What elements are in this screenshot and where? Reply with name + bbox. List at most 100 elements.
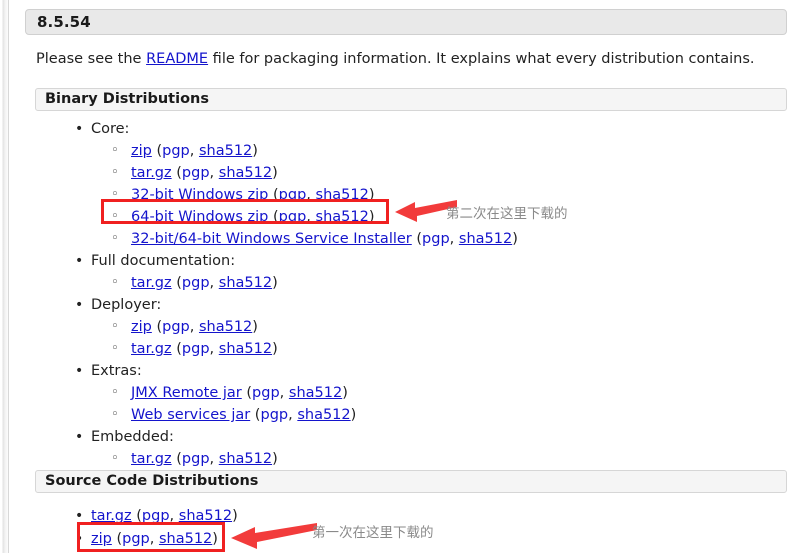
list-item: zip (pgp, sha512)	[69, 316, 769, 338]
pgp-link[interactable]: pgp	[182, 451, 210, 467]
distribution-group-title: Deployer:	[69, 294, 769, 316]
sha512-link[interactable]: sha512	[199, 319, 252, 335]
sha512-link[interactable]: sha512	[179, 508, 232, 524]
paren-open: (	[171, 451, 182, 467]
paren-open: (	[171, 341, 182, 357]
version-header-bar: 8.5.54	[25, 9, 787, 35]
download-link-tar-gz[interactable]: tar.gz	[91, 508, 132, 524]
paren-separator: ,	[209, 165, 219, 181]
download-link-tar-gz[interactable]: tar.gz	[131, 451, 172, 467]
list-item: JMX Remote jar (pgp, sha512)	[69, 382, 769, 404]
sha512-link[interactable]: sha512	[316, 187, 369, 203]
sha512-link[interactable]: sha512	[297, 407, 350, 423]
distribution-group-deployer: Deployer:zip (pgp, sha512)tar.gz (pgp, s…	[69, 294, 769, 360]
section-header-source-label: Source Code Distributions	[45, 473, 259, 489]
distribution-item-list: JMX Remote jar (pgp, sha512)Web services…	[69, 382, 769, 426]
download-link-32-bit-64-bit-windows-service-installer[interactable]: 32-bit/64-bit Windows Service Installer	[131, 231, 412, 247]
list-item: 32-bit/64-bit Windows Service Installer …	[69, 228, 769, 250]
source-distributions-list: tar.gz (pgp, sha512)zip (pgp, sha512)	[69, 505, 769, 551]
page-content: 8.5.54 Please see the README file for pa…	[9, 0, 797, 553]
pgp-link[interactable]: pgp	[279, 209, 307, 225]
paren-separator: ,	[189, 143, 199, 159]
sha512-link[interactable]: sha512	[219, 275, 272, 291]
paren-separator: ,	[209, 451, 219, 467]
list-item: tar.gz (pgp, sha512)	[69, 448, 769, 470]
sha512-link[interactable]: sha512	[219, 341, 272, 357]
paren-separator: ,	[149, 531, 159, 547]
pgp-link[interactable]: pgp	[122, 531, 150, 547]
paren-close: )	[272, 275, 278, 291]
pgp-link[interactable]: pgp	[252, 385, 280, 401]
list-item: tar.gz (pgp, sha512)	[69, 272, 769, 294]
distribution-group-core: Core:zip (pgp, sha512)tar.gz (pgp, sha51…	[69, 118, 769, 250]
download-link-tar-gz[interactable]: tar.gz	[131, 341, 172, 357]
download-link-web-services-jar[interactable]: Web services jar	[131, 407, 250, 423]
paren-open: (	[151, 143, 163, 159]
paren-open: (	[411, 231, 423, 247]
paren-open: (	[171, 165, 182, 181]
paren-separator: ,	[209, 341, 219, 357]
pgp-link[interactable]: pgp	[260, 407, 288, 423]
intro-paragraph: Please see the README file for packaging…	[36, 51, 755, 67]
distribution-group-full-documentation: Full documentation:tar.gz (pgp, sha512)	[69, 250, 769, 294]
paren-close: )	[342, 385, 348, 401]
pgp-link[interactable]: pgp	[182, 275, 210, 291]
download-link-jmx-remote-jar[interactable]: JMX Remote jar	[131, 385, 242, 401]
list-item: 32-bit Windows zip (pgp, sha512)	[69, 184, 769, 206]
download-link-tar-gz[interactable]: tar.gz	[131, 275, 172, 291]
paren-open: (	[250, 407, 261, 423]
paren-close: )	[232, 508, 238, 524]
download-link-64-bit-windows-zip[interactable]: 64-bit Windows zip	[131, 209, 268, 225]
distribution-item-list: zip (pgp, sha512)tar.gz (pgp, sha512)32-…	[69, 140, 769, 250]
paren-close: )	[272, 165, 278, 181]
paren-open: (	[171, 275, 182, 291]
section-header-binary-label: Binary Distributions	[45, 91, 209, 107]
download-link-zip[interactable]: zip	[91, 531, 112, 547]
readme-link[interactable]: README	[146, 51, 208, 67]
paren-separator: ,	[306, 187, 316, 203]
pgp-link[interactable]: pgp	[162, 319, 190, 335]
download-link-32-bit-windows-zip[interactable]: 32-bit Windows zip	[131, 187, 268, 203]
paren-open: (	[241, 385, 253, 401]
pgp-link[interactable]: pgp	[182, 165, 210, 181]
pgp-link[interactable]: pgp	[422, 231, 450, 247]
pgp-link[interactable]: pgp	[182, 341, 210, 357]
pgp-link[interactable]: pgp	[162, 143, 190, 159]
paren-open: (	[268, 187, 279, 203]
paren-separator: ,	[306, 209, 316, 225]
list-item: tar.gz (pgp, sha512)	[69, 338, 769, 360]
sha512-link[interactable]: sha512	[199, 143, 252, 159]
distribution-group-extras: Extras:JMX Remote jar (pgp, sha512)Web s…	[69, 360, 769, 426]
pgp-link[interactable]: pgp	[279, 187, 307, 203]
paren-open: (	[151, 319, 163, 335]
sha512-link[interactable]: sha512	[289, 385, 342, 401]
sha512-link[interactable]: sha512	[159, 531, 212, 547]
paren-close: )	[252, 319, 258, 335]
paren-close: )	[212, 531, 218, 547]
download-link-zip[interactable]: zip	[131, 143, 152, 159]
paren-close: )	[272, 341, 278, 357]
section-header-binary-distributions: Binary Distributions	[35, 88, 787, 111]
pgp-link[interactable]: pgp	[142, 508, 170, 524]
section-header-source-code-distributions: Source Code Distributions	[35, 470, 787, 493]
list-item: Web services jar (pgp, sha512)	[69, 404, 769, 426]
paren-separator: ,	[279, 385, 289, 401]
list-item: 64-bit Windows zip (pgp, sha512)	[69, 206, 769, 228]
list-item: zip (pgp, sha512)	[69, 140, 769, 162]
paren-close: )	[512, 231, 518, 247]
paren-separator: ,	[189, 319, 199, 335]
distribution-item-list: zip (pgp, sha512)tar.gz (pgp, sha512)	[69, 316, 769, 360]
sha512-link[interactable]: sha512	[316, 209, 369, 225]
sha512-link[interactable]: sha512	[219, 451, 272, 467]
sha512-link[interactable]: sha512	[219, 165, 272, 181]
distribution-group-title: Embedded:	[69, 426, 769, 448]
paren-separator: ,	[169, 508, 179, 524]
paren-open: (	[111, 531, 123, 547]
sha512-link[interactable]: sha512	[459, 231, 512, 247]
paren-close: )	[368, 187, 375, 203]
intro-text-before: Please see the	[36, 51, 147, 67]
download-link-tar-gz[interactable]: tar.gz	[131, 165, 172, 181]
paren-close: )	[368, 209, 375, 225]
paren-open: (	[131, 508, 142, 524]
download-link-zip[interactable]: zip	[131, 319, 152, 335]
